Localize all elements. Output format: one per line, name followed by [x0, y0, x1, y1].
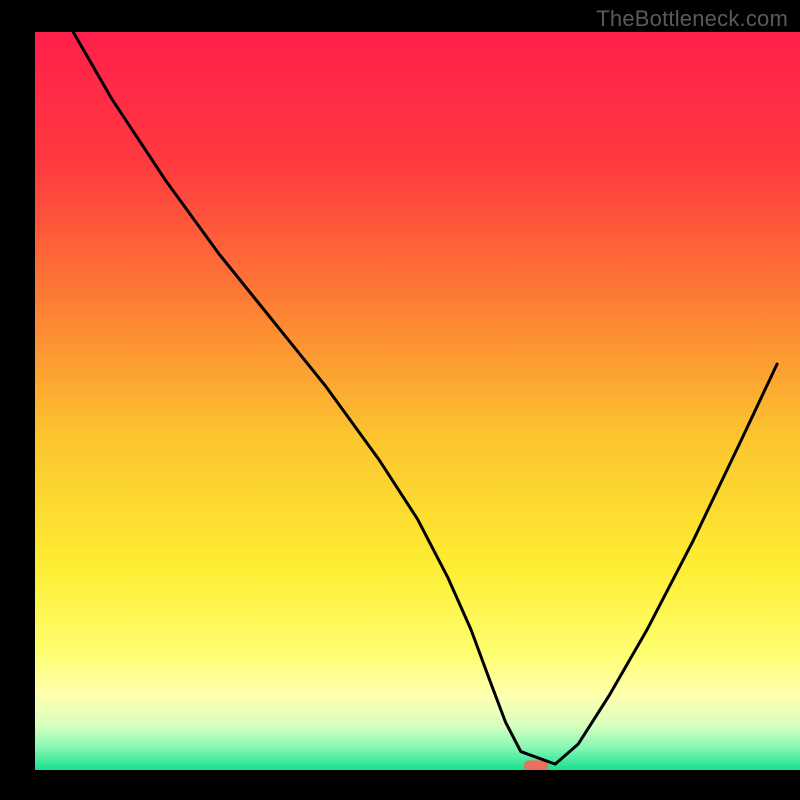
gradient-background — [35, 32, 800, 770]
frame-left — [0, 0, 35, 800]
frame-bottom — [0, 770, 800, 800]
chart-frame: TheBottleneck.com — [0, 0, 800, 800]
watermark-label: TheBottleneck.com — [596, 6, 788, 32]
optimal-marker — [524, 760, 548, 770]
bottleneck-chart — [0, 0, 800, 800]
